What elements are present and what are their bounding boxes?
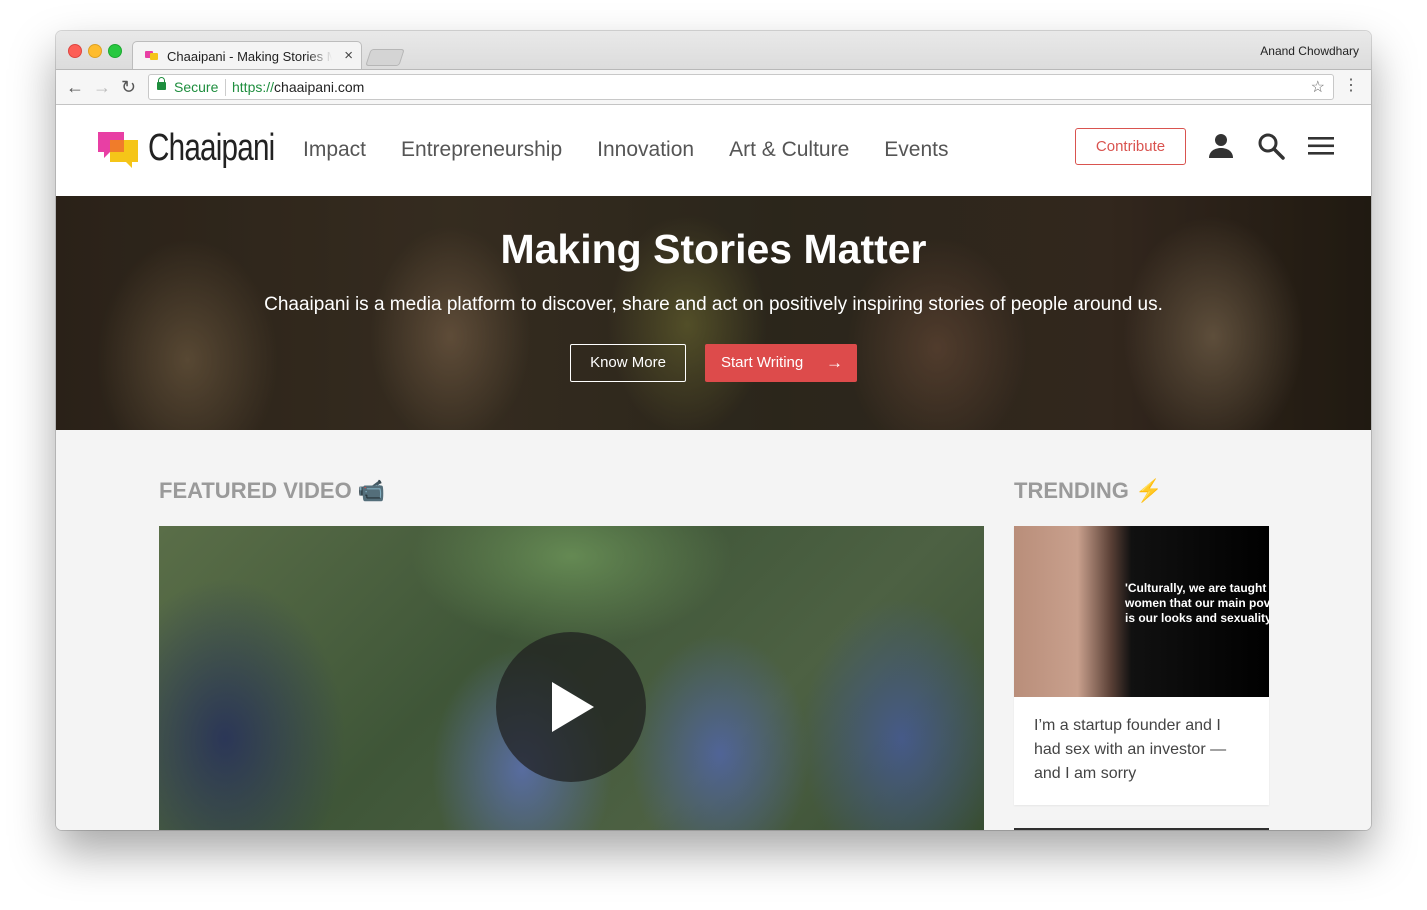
minimize-window-button[interactable] xyxy=(88,44,102,58)
close-window-button[interactable] xyxy=(68,44,82,58)
nav-art-culture[interactable]: Art & Culture xyxy=(729,138,849,162)
site-logo-text[interactable]: Chaaipani xyxy=(148,127,275,170)
hamburger-menu-icon[interactable] xyxy=(1306,131,1336,161)
hero-banner: Making Stories Matter Chaaipani is a med… xyxy=(56,196,1371,430)
nav-impact[interactable]: Impact xyxy=(303,138,366,162)
profile-name[interactable]: Anand Chowdhary xyxy=(1260,44,1359,58)
new-tab-button[interactable] xyxy=(365,49,405,66)
tab-close-icon[interactable]: × xyxy=(344,47,353,64)
trending-card-image[interactable]: 'Culturally, we are taught women that ou… xyxy=(1014,526,1269,697)
browser-tab-active[interactable]: Chaaipani - Making Stories Matter × xyxy=(132,41,362,69)
maximize-window-button[interactable] xyxy=(108,44,122,58)
back-arrow-icon[interactable]: ← xyxy=(66,78,84,96)
play-icon xyxy=(552,682,594,732)
trending-title: TRENDING xyxy=(1014,478,1129,503)
trending-card-headline[interactable]: I’m a startup founder and I had sex with… xyxy=(1034,714,1249,786)
browser-titlebar: Chaaipani - Making Stories Matter × Anan… xyxy=(56,31,1371,69)
reload-icon[interactable]: ↻ xyxy=(121,78,136,96)
browser-menu-icon[interactable]: ⋮ xyxy=(1343,75,1359,95)
address-bar[interactable]: Secure https://chaaipani.com ☆ xyxy=(148,74,1334,100)
chaaipani-logo-icon[interactable] xyxy=(96,128,144,172)
arrow-right-icon: → xyxy=(826,353,843,372)
trending-image-quote: 'Culturally, we are taught women that ou… xyxy=(1125,581,1269,625)
url-host: chaaipani.com xyxy=(274,79,365,95)
contribute-button[interactable]: Contribute xyxy=(1075,128,1186,165)
browser-window: Chaaipani - Making Stories Matter × Anan… xyxy=(56,31,1371,830)
chaaipani-favicon-icon xyxy=(145,51,158,60)
site-header: Chaaipani Impact Entrepreneurship Innova… xyxy=(56,105,1371,196)
start-writing-label: Start Writing xyxy=(721,354,804,371)
nav-innovation[interactable]: Innovation xyxy=(597,138,694,162)
trending-heading: TRENDING ⚡ xyxy=(1014,478,1162,504)
trending-card[interactable]: 'Culturally, we are taught women that ou… xyxy=(1014,526,1269,805)
secure-label: Secure xyxy=(174,79,219,95)
hero-subtitle: Chaaipani is a media platform to discove… xyxy=(264,294,1163,315)
play-button[interactable] xyxy=(496,632,646,782)
bookmark-star-icon[interactable]: ☆ xyxy=(1311,77,1325,97)
lock-icon xyxy=(157,77,166,90)
web-page: Chaaipani Impact Entrepreneurship Innova… xyxy=(56,105,1371,830)
forward-arrow-icon[interactable]: → xyxy=(93,78,111,96)
nav-entrepreneurship[interactable]: Entrepreneurship xyxy=(401,138,562,162)
url-scheme: https:// xyxy=(232,79,275,95)
nav-events[interactable]: Events xyxy=(884,138,948,162)
video-camera-icon: 📹 xyxy=(357,478,386,503)
browser-toolbar: ← → ↻ Secure https://chaaipani.com ☆ ⋮ xyxy=(56,69,1371,105)
tab-title: Chaaipani - Making Stories Matter xyxy=(167,49,332,64)
featured-video-title: FEATURED VIDEO xyxy=(159,478,352,503)
trending-card-next[interactable] xyxy=(1014,828,1269,830)
url-text[interactable]: https://chaaipani.com xyxy=(232,79,364,95)
user-account-icon[interactable] xyxy=(1206,131,1236,161)
lightning-icon: ⚡ xyxy=(1135,478,1163,503)
know-more-button[interactable]: Know More xyxy=(570,344,686,382)
search-icon[interactable] xyxy=(1256,131,1286,161)
hero-title: Making Stories Matter xyxy=(500,226,927,272)
featured-video-heading: FEATURED VIDEO 📹 xyxy=(159,478,385,504)
start-writing-button[interactable]: Start Writing → xyxy=(705,344,857,382)
main-navigation: Impact Entrepreneurship Innovation Art &… xyxy=(303,138,948,162)
featured-video-player[interactable] xyxy=(159,526,984,830)
address-divider xyxy=(225,79,226,96)
